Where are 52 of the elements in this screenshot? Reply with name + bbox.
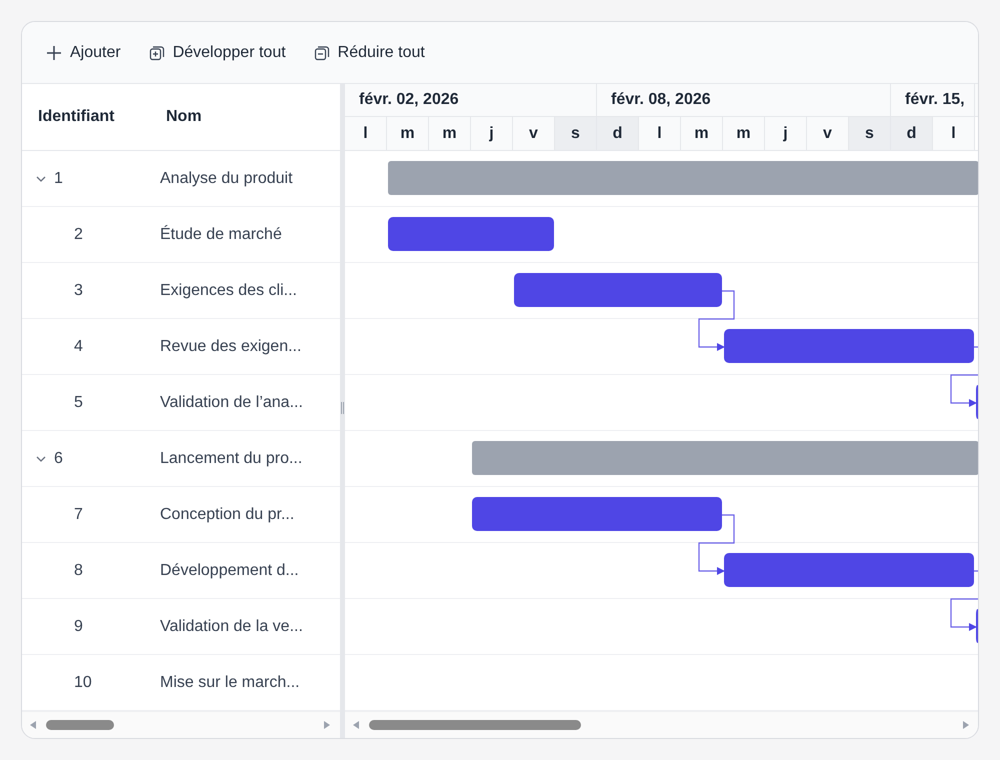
- expand-all-icon: [148, 44, 165, 60]
- dependency-arrow: [950, 346, 978, 407]
- day-header: l: [639, 117, 681, 150]
- id-cell-text: 9: [74, 616, 83, 636]
- week-header: févr. 08, 2026: [597, 84, 891, 116]
- day-header: m: [387, 117, 429, 150]
- name-cell-text: Validation de l’ana...: [160, 392, 303, 412]
- name-cell-text: Revue des exigen...: [160, 336, 302, 356]
- id-cell-text: 6: [54, 448, 63, 468]
- day-header: d: [891, 117, 933, 150]
- name-cell-text: Lancement du pro...: [160, 448, 302, 468]
- day-header: v: [807, 117, 849, 150]
- id-cell-text: 10: [74, 672, 92, 692]
- collapse-all-icon: [314, 44, 330, 60]
- day-header: j: [471, 117, 513, 150]
- day-header: l: [933, 117, 975, 150]
- name-cell-text: Analyse du produit: [160, 168, 293, 188]
- summary-bar[interactable]: [388, 161, 978, 195]
- id-cell-text: 1: [54, 168, 63, 188]
- id-cell-text: 4: [74, 336, 83, 356]
- column-header: Nom: [165, 107, 202, 127]
- id-cell-text: 8: [74, 560, 83, 580]
- name-cell-text: Mise sur le march...: [160, 672, 300, 692]
- name-cell-text: Exigences des cli...: [160, 280, 297, 300]
- week-header: févr. 02, 2026: [345, 84, 597, 116]
- summary-bar[interactable]: [472, 441, 978, 475]
- id-cell-text: 5: [74, 392, 83, 412]
- day-header: l: [345, 117, 387, 150]
- day-header: s: [849, 117, 891, 150]
- day-header: m: [429, 117, 471, 150]
- day-header: j: [765, 117, 807, 150]
- day-header: d: [597, 117, 639, 150]
- toolbar-button[interactable]: Développer tout: [148, 40, 286, 64]
- dependency-arrow: [698, 514, 735, 575]
- week-header: févr. 15,: [891, 84, 975, 116]
- name-cell-text: Validation de la ve...: [160, 616, 303, 636]
- plus-icon: [46, 44, 62, 60]
- dependency-arrow: [698, 290, 735, 351]
- column-header: Identifiant: [37, 107, 116, 127]
- name-cell-text: Développement d...: [160, 560, 299, 580]
- name-cell-text: Conception du pr...: [160, 504, 294, 524]
- toolbar-button[interactable]: Réduire tout: [314, 40, 425, 64]
- id-cell-text: 3: [74, 280, 83, 300]
- id-cell-text: 7: [74, 504, 83, 524]
- day-header: v: [513, 117, 555, 150]
- day-header: m: [723, 117, 765, 150]
- day-header: s: [555, 117, 597, 150]
- id-cell-text: 2: [74, 224, 83, 244]
- toolbar-button[interactable]: Ajouter: [46, 40, 121, 64]
- name-cell-text: Étude de marché: [160, 224, 282, 244]
- dependency-arrow: [950, 570, 978, 631]
- day-header: m: [681, 117, 723, 150]
